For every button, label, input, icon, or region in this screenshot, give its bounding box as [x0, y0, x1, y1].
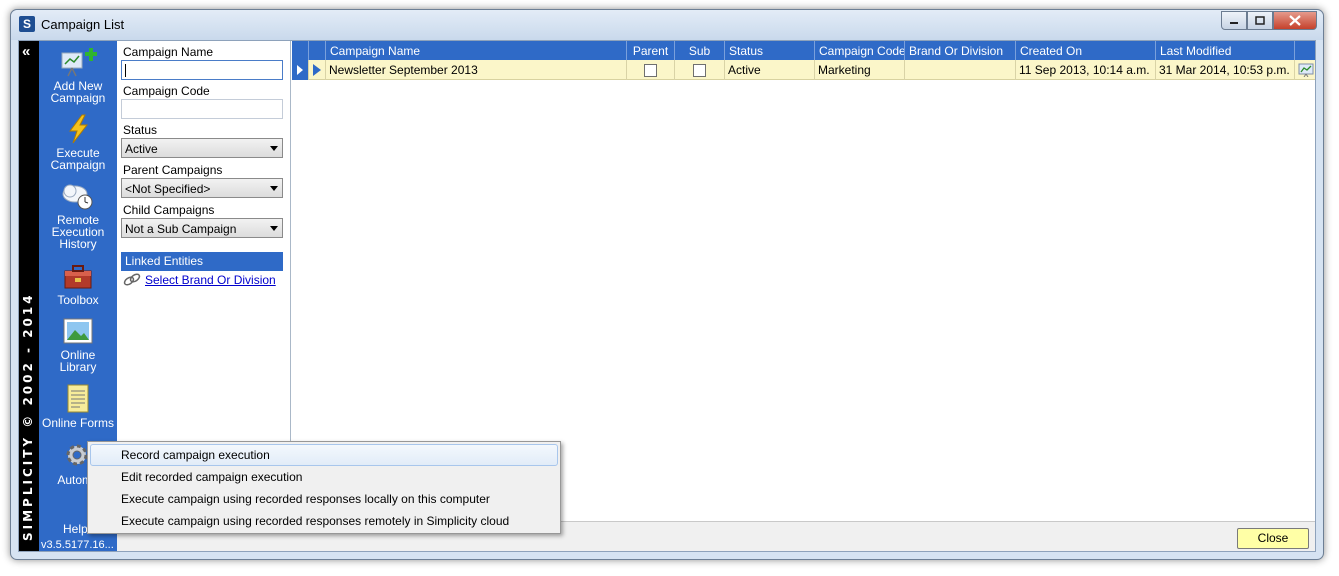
sidebar-item-online-library[interactable]: Online Library [39, 316, 117, 373]
row-selector[interactable] [292, 60, 309, 80]
nav-label: Campaign [50, 158, 106, 172]
expand-header [309, 41, 326, 60]
sidebar-item-remote-execution-history[interactable]: Remote Execution History [39, 181, 117, 250]
cell-created-on[interactable]: 11 Sep 2013, 10:14 a.m. [1016, 60, 1156, 80]
text-cursor [125, 64, 126, 77]
menu-item-execute-remotely[interactable]: Execute campaign using recorded response… [90, 510, 558, 532]
cell-campaign-name[interactable]: Newsletter September 2013 [326, 60, 627, 80]
row-selector-header [292, 41, 309, 60]
cloud-clock-icon [62, 181, 93, 211]
child-campaigns-value: Not a Sub Campaign [125, 222, 237, 236]
maximize-icon [1255, 16, 1265, 25]
sidebar-item-add-new-campaign[interactable]: Add New Campaign [39, 47, 117, 104]
nav-label: Campaign [50, 91, 106, 105]
status-label: Status [123, 123, 158, 137]
column-header-brand-or-division[interactable]: Brand Or Division [905, 41, 1016, 60]
title-bar[interactable]: S Campaign List [11, 10, 1323, 40]
sidebar-item-execute-campaign[interactable]: Execute Campaign [39, 114, 117, 171]
forms-icon [64, 384, 92, 414]
column-header-actions [1295, 41, 1315, 60]
collapse-sidebar-button[interactable]: « [22, 43, 30, 60]
sub-checkbox[interactable] [693, 63, 706, 77]
chevron-down-icon [270, 186, 278, 191]
cell-campaign-code[interactable]: Marketing [815, 60, 905, 80]
menu-item-edit-recorded-execution[interactable]: Edit recorded campaign execution [90, 466, 558, 488]
child-campaigns-label: Child Campaigns [123, 203, 215, 217]
maximize-button[interactable] [1247, 11, 1273, 30]
grid-header: Campaign Name Parent Sub Status Campaign… [292, 41, 1315, 60]
table-row[interactable]: Newsletter September 2013 Active Marketi… [292, 60, 1315, 80]
column-header-sub[interactable]: Sub [675, 41, 725, 60]
library-picture-icon [63, 316, 93, 346]
column-header-parent[interactable]: Parent [627, 41, 675, 60]
cell-sub[interactable] [675, 60, 725, 80]
row-action-button[interactable] [1295, 60, 1315, 80]
status-select-value: Active [125, 142, 158, 156]
chevron-down-icon [270, 226, 278, 231]
expand-row-button[interactable] [309, 60, 326, 80]
chevron-down-icon [270, 146, 278, 151]
column-header-status[interactable]: Status [725, 41, 815, 60]
parent-campaigns-select[interactable]: <Not Specified> [121, 178, 283, 198]
parent-campaigns-label: Parent Campaigns [123, 163, 223, 177]
cell-parent[interactable] [627, 60, 675, 80]
brand-strip: « SIMPLICITY © 2002 - 2014 [19, 41, 39, 551]
sidebar-item-online-forms[interactable]: Online Forms [39, 384, 117, 429]
linked-entities-header: Linked Entities [121, 252, 283, 271]
add-campaign-icon [61, 47, 97, 77]
campaign-code-label: Campaign Code [123, 84, 210, 98]
column-header-created-on[interactable]: Created On [1016, 41, 1156, 60]
campaign-name-label: Campaign Name [123, 45, 214, 59]
cell-last-modified[interactable]: 31 Mar 2014, 10:53 p.m. [1156, 60, 1295, 80]
parent-campaigns-value: <Not Specified> [125, 182, 211, 196]
column-header-last-modified[interactable]: Last Modified [1156, 41, 1295, 60]
menu-item-execute-locally[interactable]: Execute campaign using recorded response… [90, 488, 558, 510]
campaign-code-input[interactable] [121, 99, 283, 119]
automation-context-menu: Record campaign execution Edit recorded … [87, 441, 561, 534]
parent-checkbox[interactable] [644, 63, 657, 77]
close-button[interactable]: Close [1237, 528, 1309, 549]
window-close-button[interactable] [1273, 11, 1317, 30]
expand-triangle-icon [313, 64, 321, 76]
app-icon: S [19, 16, 35, 32]
cell-status[interactable]: Active [725, 60, 815, 80]
nav-label: History [59, 237, 97, 251]
child-campaigns-select[interactable]: Not a Sub Campaign [121, 218, 283, 238]
help-link[interactable]: Help [63, 522, 88, 536]
window-title: Campaign List [41, 17, 125, 32]
link-chain-icon [123, 273, 141, 287]
menu-item-record-execution[interactable]: Record campaign execution [90, 444, 558, 466]
nav-label: Library [59, 360, 97, 374]
minimize-button[interactable] [1221, 11, 1247, 30]
toolbox-icon [64, 261, 92, 291]
nav-label: Toolbox [57, 293, 99, 307]
close-icon [1289, 15, 1301, 26]
sidebar-item-toolbox[interactable]: Toolbox [39, 261, 117, 306]
column-header-campaign-name[interactable]: Campaign Name [326, 41, 627, 60]
row-pointer-icon [297, 65, 303, 75]
campaign-name-input[interactable] [121, 60, 283, 80]
version-label: v3.5.5177.16... [41, 539, 114, 551]
select-brand-link[interactable]: Select Brand Or Division [123, 273, 276, 287]
status-select[interactable]: Active [121, 138, 283, 158]
column-header-campaign-code[interactable]: Campaign Code [815, 41, 905, 60]
execute-lightning-icon [64, 114, 92, 144]
brand-text: SIMPLICITY © 2002 - 2014 [21, 292, 35, 541]
nav-label: Online Forms [41, 416, 115, 430]
window-controls [1221, 11, 1317, 30]
chart-edit-icon [1298, 63, 1313, 77]
select-brand-label: Select Brand Or Division [145, 273, 276, 287]
cell-brand-or-division[interactable] [905, 60, 1016, 80]
minimize-icon [1230, 21, 1238, 24]
